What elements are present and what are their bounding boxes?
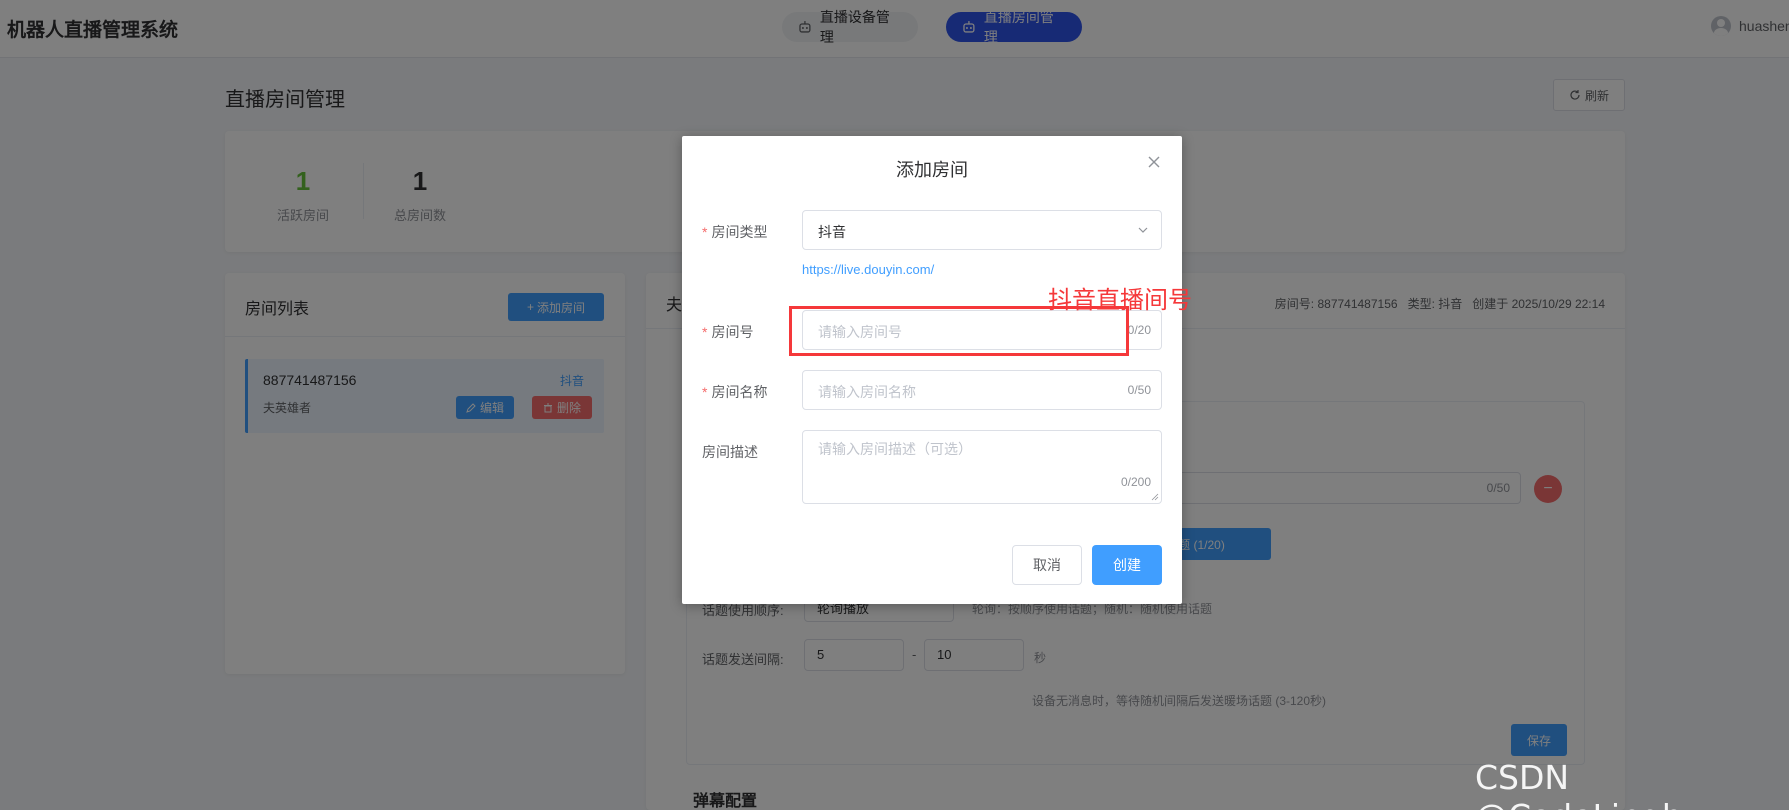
resize-handle-icon[interactable] [1151, 493, 1159, 501]
room-name-label-text: 房间名称 [711, 384, 768, 400]
room-no-label: * 房间号 [702, 322, 753, 342]
room-desc-placeholder: 请输入房间描述（可选） [818, 441, 972, 457]
dialog-title: 添加房间 [896, 160, 968, 180]
add-room-dialog: 添加房间 * 房间类型 抖音 https://live.douyin.com/ *… [682, 136, 1182, 604]
room-desc-textarea[interactable]: 请输入房间描述（可选） 0/200 [802, 430, 1162, 504]
room-name-input[interactable]: 请输入房间名称 0/50 [802, 370, 1162, 410]
room-no-label-text: 房间号 [711, 324, 754, 340]
required-mark: * [702, 324, 708, 340]
room-desc-label: 房间描述 [702, 444, 758, 460]
room-name-placeholder: 请输入房间名称 [818, 384, 916, 400]
watermark: CSDN @CodeLinghu [1475, 758, 1704, 810]
douyin-link[interactable]: https://live.douyin.com/ [802, 262, 934, 277]
cancel-button[interactable]: 取消 [1012, 545, 1082, 585]
close-icon[interactable] [1146, 154, 1162, 170]
room-name-label: * 房间名称 [702, 382, 767, 402]
room-type-label-text: 房间类型 [711, 224, 768, 240]
chevron-down-icon [1138, 227, 1148, 233]
create-label: 创建 [1113, 557, 1141, 573]
required-mark: * [702, 384, 708, 400]
room-type-select[interactable]: 抖音 [802, 210, 1162, 250]
room-desc-counter: 0/200 [1120, 475, 1151, 489]
required-mark: * [702, 224, 708, 240]
create-button[interactable]: 创建 [1092, 545, 1162, 585]
room-type-value: 抖音 [818, 224, 846, 240]
room-no-counter: 0/20 [1127, 323, 1151, 337]
room-name-counter: 0/50 [1127, 383, 1151, 397]
cancel-label: 取消 [1033, 557, 1061, 573]
room-type-label: * 房间类型 [702, 222, 767, 242]
annotation-text: 抖音直播间号 [1048, 287, 1192, 314]
